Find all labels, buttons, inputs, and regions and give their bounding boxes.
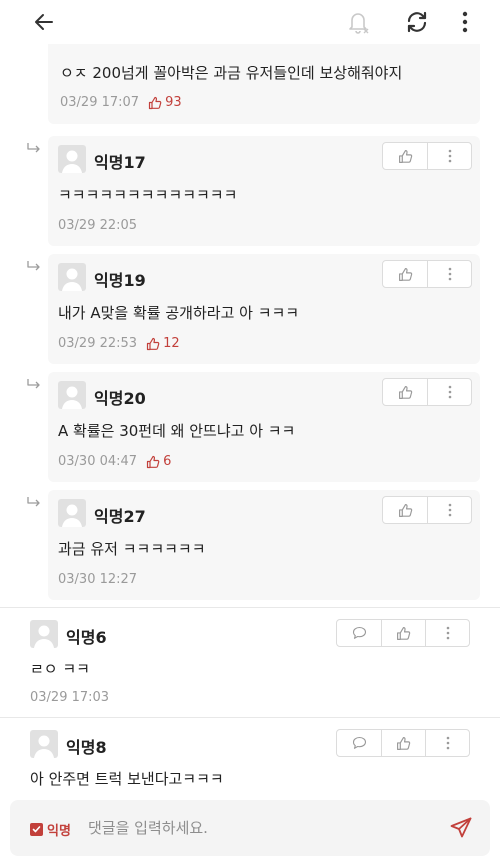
thumbs-up-icon (148, 96, 162, 109)
checkbox-checked-icon (30, 823, 43, 836)
reply-meta: 03/29 22:05 (58, 218, 137, 233)
more-vertical-icon (446, 626, 449, 640)
more-button[interactable] (425, 730, 469, 756)
reply-item: 익명17 ㅋㅋㅋㅋㅋㅋㅋㅋㅋㅋㅋㅋㅋ 03/29 22:05 (0, 136, 500, 246)
comment-meta: 03/29 17:03 (30, 690, 109, 705)
top-comment: ㅇㅈ 200넘게 꼴아박은 과금 유저들인데 보상해줘야지 03/29 17:0… (48, 44, 480, 124)
reply-text: 내가 A맞을 확률 공개하라고 아 ㅋㅋㅋ (58, 304, 300, 322)
like-button[interactable] (381, 620, 425, 646)
avatar (30, 620, 58, 648)
reply-time: 03/30 12:27 (58, 572, 138, 587)
bell-off-icon[interactable] (344, 8, 372, 36)
more-button[interactable] (427, 497, 471, 523)
more-button[interactable] (427, 261, 471, 287)
reply-item: 익명19 내가 A맞을 확률 공개하라고 아 ㅋㅋㅋ 03/29 22:53 1… (0, 254, 500, 364)
like-button[interactable] (383, 261, 427, 287)
thumbs-up-icon (398, 503, 412, 517)
reply-arrow-icon (27, 497, 40, 507)
reply-actions (382, 378, 472, 406)
comment-text: ㄹㅇ ㅋㅋ (30, 660, 90, 678)
reply-card: 익명20 A 확률은 30펀데 왜 안뜨냐고 아 ㅋㅋ 03/30 04:47 … (48, 372, 480, 482)
reply-time: 03/29 22:53 (58, 336, 138, 351)
thumbs-up-icon (397, 626, 411, 640)
avatar (58, 145, 86, 173)
author-name: 익명17 (94, 153, 146, 172)
more-button[interactable] (427, 143, 471, 169)
comment-item: 익명8 아 안주면 트럭 보낸다고ㅋㅋㅋ (0, 717, 500, 807)
reply-text: A 확률은 30펀데 왜 안뜨냐고 아 ㅋㅋ (58, 422, 296, 440)
reply-time: 03/29 22:05 (58, 218, 138, 233)
reply-card: 익명27 과금 유저 ㅋㅋㅋㅋㅋㅋ 03/30 12:27 (48, 490, 480, 600)
more-button[interactable] (427, 379, 471, 405)
reply-item: 익명27 과금 유저 ㅋㅋㅋㅋㅋㅋ 03/30 12:27 (0, 490, 500, 600)
speech-bubble-icon (352, 736, 366, 749)
reply-arrow-icon (27, 143, 40, 153)
author-name: 익명27 (94, 507, 146, 526)
reply-text: ㅋㅋㅋㅋㅋㅋㅋㅋㅋㅋㅋㅋㅋ (58, 186, 238, 204)
more-vertical-icon (446, 736, 449, 750)
reply-actions (382, 260, 472, 288)
reply-meta: 03/30 04:47 6 (58, 454, 171, 469)
comment-actions (336, 619, 470, 647)
thumbs-up-icon (397, 736, 411, 750)
like-button[interactable] (381, 730, 425, 756)
comment-text: ㅇㅈ 200넘게 꼴아박은 과금 유저들인데 보상해줘야지 (60, 64, 403, 82)
author-name: 익명6 (66, 628, 107, 647)
more-button[interactable] (425, 620, 469, 646)
thumbs-up-icon (398, 267, 412, 281)
more-vertical-icon (448, 503, 451, 517)
like-button[interactable] (383, 143, 427, 169)
thumbs-up-icon (398, 149, 412, 163)
like-count: 6 (146, 454, 171, 469)
more-vertical-icon (448, 267, 451, 281)
refresh-icon[interactable] (403, 8, 431, 36)
speech-bubble-icon (352, 626, 366, 639)
reply-actions (382, 496, 472, 524)
reply-card: 익명19 내가 A맞을 확률 공개하라고 아 ㅋㅋㅋ 03/29 22:53 1… (48, 254, 480, 364)
comment-time: 03/29 17:07 (60, 95, 140, 110)
like-button[interactable] (383, 497, 427, 523)
comment-input-box: 익명 (10, 800, 490, 856)
like-button[interactable] (383, 379, 427, 405)
comment-input[interactable] (88, 813, 428, 843)
comment-time: 03/29 17:03 (30, 690, 110, 705)
reply-meta: 03/30 12:27 (58, 572, 137, 587)
author-name: 익명8 (66, 738, 107, 757)
avatar (58, 381, 86, 409)
reply-card: 익명17 ㅋㅋㅋㅋㅋㅋㅋㅋㅋㅋㅋㅋㅋ 03/29 22:05 (48, 136, 480, 246)
reply-meta: 03/29 22:53 12 (58, 336, 180, 351)
top-bar (0, 0, 500, 44)
reply-text: 과금 유저 ㅋㅋㅋㅋㅋㅋ (58, 540, 206, 558)
thumbs-up-icon (398, 385, 412, 399)
thumbs-up-icon (146, 337, 160, 350)
author-name: 익명19 (94, 271, 146, 290)
reply-item: 익명20 A 확률은 30펀데 왜 안뜨냐고 아 ㅋㅋ 03/30 04:47 … (0, 372, 500, 482)
thumbs-up-icon (146, 455, 160, 468)
reply-button[interactable] (337, 730, 381, 756)
more-vertical-icon (448, 149, 451, 163)
reply-time: 03/30 04:47 (58, 454, 138, 469)
avatar (58, 499, 86, 527)
comment-text: 아 안주면 트럭 보낸다고ㅋㅋㅋ (30, 770, 224, 788)
avatar (30, 730, 58, 758)
arrow-left-icon[interactable] (30, 8, 58, 36)
reply-arrow-icon (27, 379, 40, 389)
comment-meta: 03/29 17:07 93 (60, 95, 182, 110)
comment-actions (336, 729, 470, 757)
author-name: 익명20 (94, 389, 146, 408)
anonymous-label: 익명 (47, 824, 71, 839)
anonymous-toggle[interactable]: 익명 (30, 820, 71, 839)
like-count: 93 (148, 95, 182, 110)
reply-actions (382, 142, 472, 170)
comment-item: 익명6 ㄹㅇ ㅋㅋ 03/29 17:03 (0, 607, 500, 717)
reply-button[interactable] (337, 620, 381, 646)
like-count: 12 (146, 336, 180, 351)
more-vertical-icon (448, 385, 451, 399)
reply-arrow-icon (27, 261, 40, 271)
send-icon[interactable] (447, 814, 475, 842)
comment-input-bar: 익명 (0, 798, 500, 858)
avatar (58, 263, 86, 291)
more-vertical-icon[interactable] (451, 8, 479, 36)
